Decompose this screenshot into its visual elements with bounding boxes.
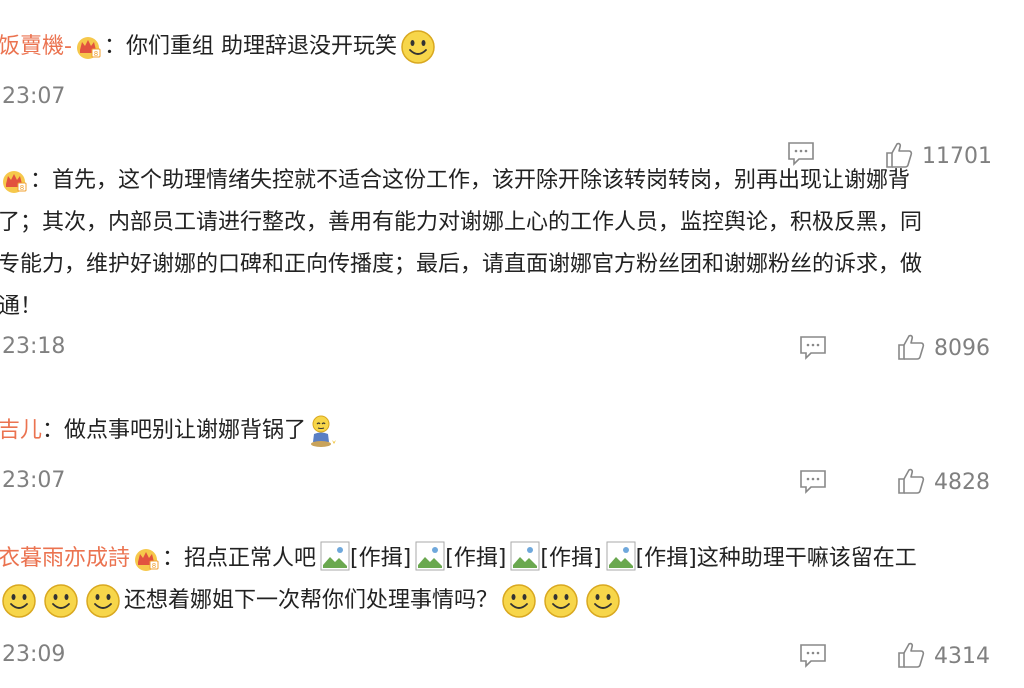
- comment-meta: 23:18 8096: [0, 330, 1024, 370]
- comment-text: 饭賣機- 8 ：你们重组 助理辞退没开玩笑: [0, 26, 1024, 68]
- broken-image-icon: [415, 541, 445, 571]
- comment-time: 23:07: [2, 468, 66, 493]
- comment-feed: 饭賣機- 8 ：你们重组 助理辞退没开玩笑 23:07 11701 8 ：首先，这个助…: [0, 0, 1024, 688]
- image-alt-text: [作揖]: [350, 546, 412, 571]
- comment-colon: ：: [30, 168, 53, 193]
- thumbs-up-icon: [898, 468, 925, 494]
- smiley-emoji: [586, 584, 620, 618]
- svg-text:8: 8: [152, 562, 156, 570]
- comment-item: 8 ：首先，这个助理情绪失控就不适合这份工作，该开除开除该转岗转岗，别再出现让谢娜…: [0, 160, 1024, 370]
- broken-image-icon: [320, 541, 350, 571]
- smiley-emoji: [44, 584, 78, 618]
- thumbs-up-icon: [898, 334, 925, 360]
- comment-text: 吉儿：做点事吧别让谢娜背锅了: [0, 410, 1024, 452]
- comment-body: 专能力，维护好谢娜的口碑和正向传播度；最后，请直面谢娜官方粉丝团和谢娜粉丝的诉求…: [0, 252, 923, 277]
- comment-meta: 23:07 4828: [0, 464, 1024, 504]
- comment-body: 首先，这个助理情绪失控就不适合这份工作，该开除开除该转岗转岗，别再出现让谢娜背: [52, 168, 911, 193]
- comment-body: 这种助理干嘛该留在工: [696, 546, 917, 571]
- like-count: 8096: [934, 336, 990, 361]
- comment-meta: 23:09 4314: [0, 638, 1024, 678]
- image-alt-text: [作揖]: [445, 546, 507, 571]
- comment-time: 23:07: [2, 84, 66, 109]
- comment-body: 了；其次，内部员工请进行整改，善用有能力对谢娜上心的工作人员，监控舆论，积极反黑…: [0, 210, 923, 235]
- like-count: 4314: [934, 644, 990, 669]
- comment-line: 衣暮雨亦成詩 8 ：招点正常人吧 [作揖] [作揖] [作揖] [作揖]这种助理干嘛该留在工: [0, 538, 1024, 580]
- comment-line: 8 ：首先，这个助理情绪失控就不适合这份工作，该开除开除该转岗转岗，别再出现让谢娜…: [0, 160, 1024, 202]
- broken-image-icon: [606, 541, 636, 571]
- comment-time: 23:18: [2, 334, 66, 359]
- smiley-emoji: [544, 584, 578, 618]
- reply-icon[interactable]: [798, 468, 828, 494]
- comment-colon: ：: [162, 546, 185, 571]
- vip-crown-icon: 8: [135, 549, 159, 571]
- comment-text: 衣暮雨亦成詩 8 ：招点正常人吧 [作揖] [作揖] [作揖] [作揖]这种助理干嘛该留在工…: [0, 538, 1024, 622]
- vip-crown-icon: 8: [76, 37, 101, 59]
- comment-line: 了；其次，内部员工请进行整改，善用有能力对谢娜上心的工作人员，监控舆论，积极反黑…: [0, 202, 1024, 244]
- image-alt-text: [作揖]: [540, 546, 602, 571]
- comment-line: 通！: [0, 286, 1024, 328]
- image-alt-text: [作揖]: [635, 546, 697, 571]
- comment-text: 8 ：首先，这个助理情绪失控就不适合这份工作，该开除开除该转岗转岗，别再出现让谢娜…: [0, 160, 1024, 328]
- comment-item: 吉儿：做点事吧别让谢娜背锅了 23:07 4828: [0, 410, 1024, 510]
- vip-crown-icon: 8: [3, 171, 27, 193]
- comment-body: 通！: [0, 294, 43, 319]
- comment-line: 专能力，维护好谢娜的口碑和正向传播度；最后，请直面谢娜官方粉丝团和谢娜粉丝的诉求…: [0, 244, 1024, 286]
- smiley-emoji: [502, 584, 536, 618]
- comment-body: 还想着娜姐下一次帮你们处理事情吗？: [124, 588, 499, 613]
- svg-text:8: 8: [94, 50, 98, 58]
- thumbs-up-icon: [898, 642, 925, 668]
- comment-item: 衣暮雨亦成詩 8 ：招点正常人吧 [作揖] [作揖] [作揖] [作揖]这种助理干嘛该留在工…: [0, 538, 1024, 688]
- smiley-emoji: [2, 584, 36, 618]
- comment-username[interactable]: 饭賣機-: [0, 34, 72, 59]
- comment-username[interactable]: 衣暮雨亦成詩: [0, 546, 130, 571]
- smiley-emoji: [401, 30, 435, 64]
- comment-line: 还想着娜姐下一次帮你们处理事情吗？: [0, 580, 1024, 622]
- comment-meta: 23:07 11701: [0, 80, 1024, 169]
- comment-body: 招点正常人吧: [184, 546, 317, 571]
- comment-time: 23:09: [2, 642, 66, 667]
- comment-colon: ：: [103, 34, 126, 59]
- sitting-emoji: [311, 415, 337, 447]
- comment-username[interactable]: 吉儿: [0, 418, 42, 443]
- comment-colon: ：: [42, 418, 65, 443]
- comment-item: 饭賣機- 8 ：你们重组 助理辞退没开玩笑 23:07 11701: [0, 26, 1024, 169]
- broken-image-icon: [510, 541, 540, 571]
- svg-text:8: 8: [20, 184, 24, 192]
- comment-body: 做点事吧别让谢娜背锅了: [64, 418, 307, 443]
- reply-icon[interactable]: [798, 334, 828, 360]
- smiley-emoji: [86, 584, 120, 618]
- reply-icon[interactable]: [798, 642, 828, 668]
- comment-body: 你们重组 助理辞退没开玩笑: [125, 34, 397, 59]
- comment-line: 吉儿：做点事吧别让谢娜背锅了: [0, 410, 1024, 452]
- like-count: 4828: [934, 470, 990, 495]
- comment-line: 饭賣機- 8 ：你们重组 助理辞退没开玩笑: [0, 26, 1024, 68]
